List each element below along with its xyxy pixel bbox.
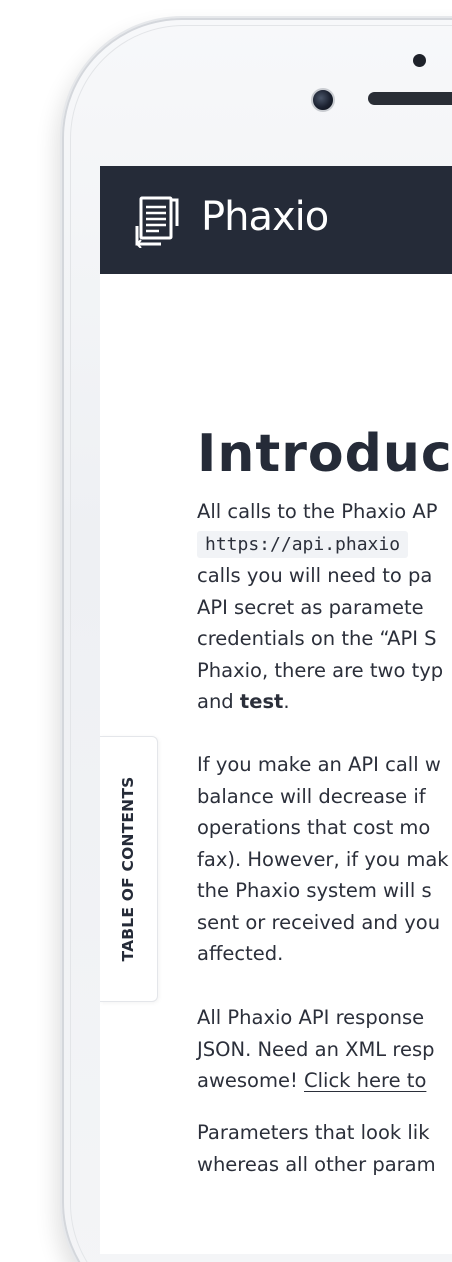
device-mockup: Phaxio Introducti All calls to the Phaxi… bbox=[0, 0, 452, 1262]
parameters-paragraph: Parameters that look lik whereas all oth… bbox=[197, 1117, 436, 1180]
paragraph-line: https://api.phaxio bbox=[197, 528, 443, 561]
paragraph-line: operations that cost mo bbox=[197, 816, 431, 839]
proximity-sensor bbox=[413, 54, 426, 67]
table-of-contents-tab[interactable]: TABLE OF CONTENTS bbox=[100, 736, 158, 1002]
paragraph-line: balance will decrease if bbox=[197, 784, 426, 808]
billing-paragraph: If you make an API call w balance will d… bbox=[197, 749, 449, 970]
text-fragment: . bbox=[283, 690, 290, 713]
paragraph-line: the Phaxio system will s bbox=[197, 879, 432, 902]
paragraph-line: API secret as paramete bbox=[197, 595, 424, 619]
paragraph-line: affected. bbox=[197, 942, 284, 965]
paragraph-line: fax). However, if you mak bbox=[197, 847, 449, 871]
top-navbar: Phaxio bbox=[100, 166, 452, 274]
paragraph-line: Parameters that look lik bbox=[197, 1121, 430, 1144]
page-title: Introducti bbox=[197, 424, 452, 484]
paragraph-line: credentials on the “API S bbox=[197, 627, 437, 650]
paragraph-line: All calls to the Phaxio AP bbox=[197, 500, 438, 523]
text-fragment: and bbox=[197, 690, 240, 713]
phaxio-fax-icon[interactable] bbox=[135, 196, 179, 249]
paragraph-line: If you make an API call w bbox=[197, 753, 441, 776]
xml-response-link[interactable]: Click here to bbox=[304, 1069, 426, 1092]
paragraph-line: Phaxio, there are two typ bbox=[197, 658, 444, 682]
paragraph-line: sent or received and you bbox=[197, 910, 441, 934]
toc-label: TABLE OF CONTENTS bbox=[119, 776, 137, 962]
screen-bottom-edge bbox=[100, 1254, 452, 1262]
intro-paragraph: All calls to the Phaxio AP https://api.p… bbox=[197, 496, 443, 718]
paragraph-line: calls you will need to pa bbox=[197, 564, 433, 587]
paragraph-line: All Phaxio API response bbox=[197, 1006, 425, 1029]
earpiece-speaker bbox=[368, 92, 452, 105]
api-url-code: https://api.phaxio bbox=[197, 530, 409, 558]
text-fragment: awesome! bbox=[197, 1069, 304, 1092]
response-format-paragraph: All Phaxio API response JSON. Need an XM… bbox=[197, 1002, 435, 1097]
test-keyword: test bbox=[239, 690, 284, 713]
paragraph-line: whereas all other param bbox=[197, 1152, 436, 1176]
brand-name[interactable]: Phaxio bbox=[201, 194, 329, 240]
front-camera-icon bbox=[311, 88, 335, 112]
paragraph-line: and test. bbox=[197, 686, 443, 718]
phone-screen: Phaxio Introducti All calls to the Phaxi… bbox=[100, 166, 452, 1262]
paragraph-line: JSON. Need an XML resp bbox=[197, 1037, 435, 1061]
paragraph-line: awesome! Click here to bbox=[197, 1065, 435, 1097]
